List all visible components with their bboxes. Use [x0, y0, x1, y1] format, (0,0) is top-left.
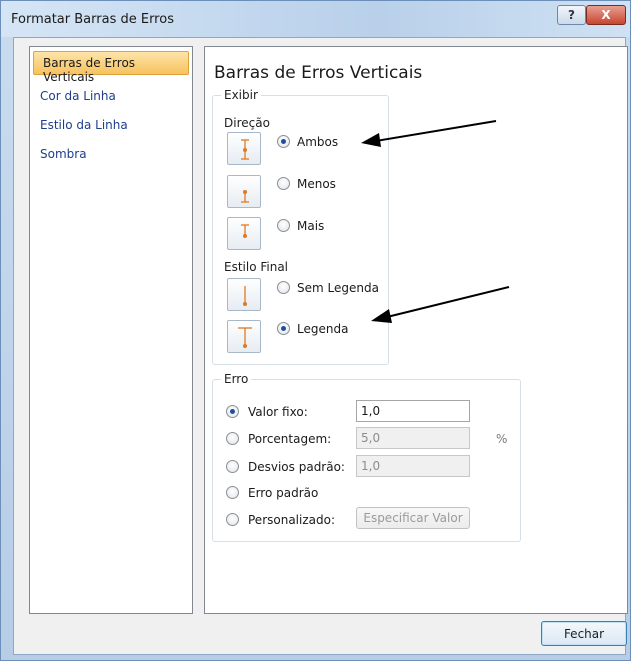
window-title: Formatar Barras de Erros	[11, 12, 174, 27]
help-icon: ?	[568, 8, 575, 22]
close-icon: X	[601, 8, 611, 22]
category-list: Barras de Erros Verticais Cor da Linha E…	[29, 46, 193, 614]
error-bar-both-icon[interactable]	[227, 132, 261, 165]
radio-ambos[interactable]	[277, 135, 290, 148]
valor-fixo-input[interactable]	[356, 400, 470, 422]
radio-sem-legenda[interactable]	[277, 281, 290, 294]
radio-erro-padrao[interactable]	[226, 486, 239, 499]
label-mais: Mais	[297, 219, 325, 233]
radio-mais[interactable]	[277, 219, 290, 232]
close-window-button[interactable]: X	[586, 5, 626, 25]
title-bar: Formatar Barras de Erros ? X	[1, 1, 630, 37]
dialog-body: Barras de Erros Verticais Cor da Linha E…	[13, 37, 628, 655]
help-button[interactable]: ?	[557, 5, 586, 25]
error-bar-cap-icon[interactable]	[227, 320, 261, 353]
annotation-arrow-ambos	[361, 120, 497, 147]
erro-group-label: Erro	[221, 372, 252, 386]
label-desvios-padrao: Desvios padrão:	[248, 460, 345, 474]
desvios-padrao-input[interactable]	[356, 455, 470, 477]
radio-menos[interactable]	[277, 177, 290, 190]
error-bar-plus-icon[interactable]	[227, 217, 261, 250]
radio-legenda[interactable]	[277, 322, 290, 335]
nav-item-estilo-linha[interactable]: Estilo da Linha	[40, 118, 128, 132]
radio-valor-fixo[interactable]	[226, 405, 239, 418]
nav-item-cor-linha[interactable]: Cor da Linha	[40, 89, 116, 103]
exibir-group-label: Exibir	[221, 88, 261, 102]
label-erro-padrao: Erro padrão	[248, 486, 319, 500]
annotation-arrow-legenda	[371, 286, 510, 323]
fechar-button[interactable]: Fechar	[541, 621, 627, 646]
error-bar-minus-icon[interactable]	[227, 175, 261, 208]
radio-personalizado[interactable]	[226, 513, 239, 526]
label-ambos: Ambos	[297, 135, 339, 149]
direcao-label: Direção	[224, 116, 270, 130]
erro-group: Erro Valor fixo: Porcentagem: % Desvios …	[212, 372, 521, 542]
label-personalizado: Personalizado:	[248, 513, 335, 527]
label-menos: Menos	[297, 177, 336, 191]
error-bar-no-cap-icon[interactable]	[227, 278, 261, 311]
dialog-window: Formatar Barras de Erros ? X Barras de E…	[0, 0, 631, 661]
radio-porcentagem[interactable]	[226, 432, 239, 445]
panel-title: Barras de Erros Verticais	[214, 63, 423, 83]
especificar-valor-button[interactable]: Especificar Valor	[356, 507, 470, 529]
percent-unit: %	[496, 432, 508, 446]
porcentagem-input[interactable]	[356, 427, 470, 449]
estilo-final-label: Estilo Final	[224, 260, 289, 274]
nav-item-barras-verticais[interactable]: Barras de Erros Verticais	[33, 51, 189, 84]
label-porcentagem: Porcentagem:	[248, 432, 332, 446]
nav-item-sombra[interactable]: Sombra	[40, 147, 87, 161]
label-legenda: Legenda	[297, 322, 349, 336]
label-valor-fixo: Valor fixo:	[248, 405, 308, 419]
radio-desvios-padrao[interactable]	[226, 460, 239, 473]
